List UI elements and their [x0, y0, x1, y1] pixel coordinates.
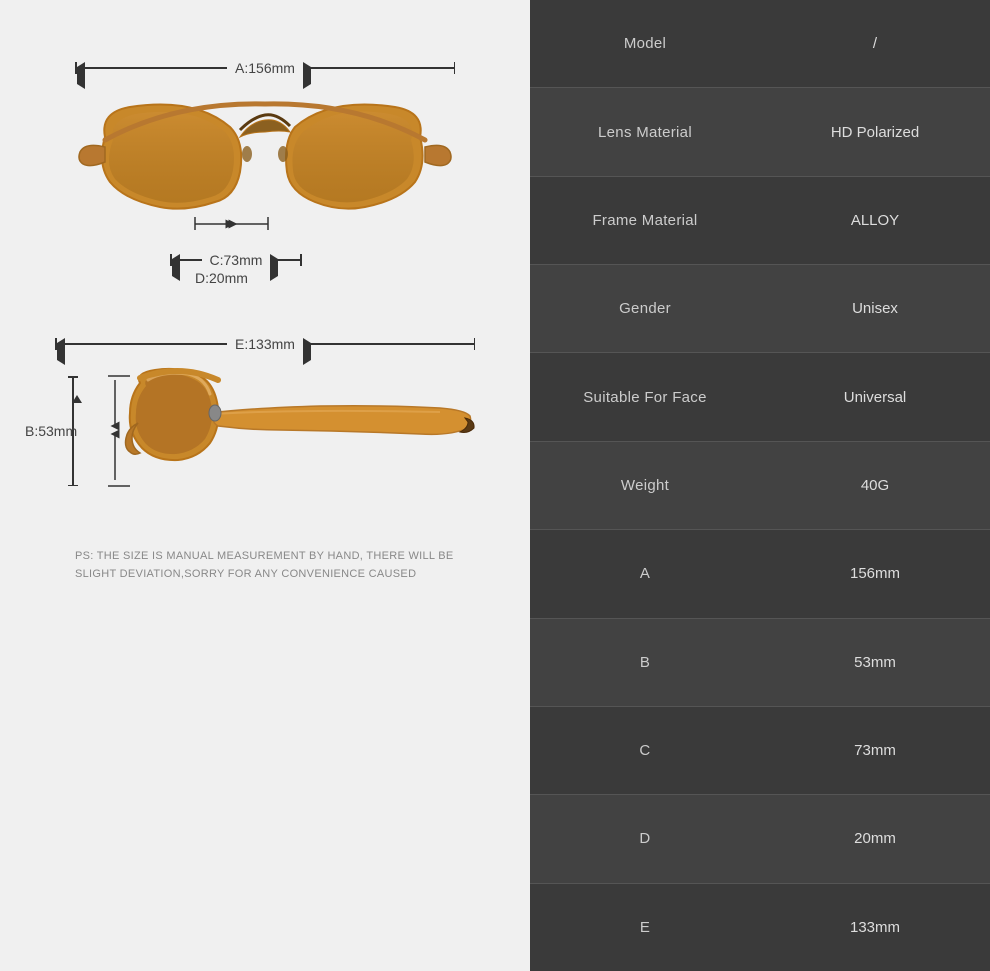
- front-glasses-svg: [75, 82, 455, 242]
- a-measurement: A:156mm: [75, 60, 455, 76]
- e-tick-right: [474, 338, 476, 350]
- spec-label: Lens Material: [530, 124, 760, 141]
- spec-row: Lens MaterialHD Polarized: [530, 88, 990, 176]
- spec-row: Frame MaterialALLOY: [530, 177, 990, 265]
- top-measurement-section: A:156mm: [40, 60, 490, 336]
- tick-right: [454, 62, 456, 74]
- spec-row: GenderUnisex: [530, 265, 990, 353]
- bottom-dims: C:73mm D:20mm: [75, 252, 455, 286]
- spec-row: Model/: [530, 0, 990, 88]
- spec-value: 73mm: [760, 742, 990, 759]
- spec-label: D: [530, 830, 760, 847]
- spec-value: /: [760, 35, 990, 52]
- side-glasses-container: [100, 358, 480, 518]
- arrow-right: [303, 67, 454, 69]
- b-label: B:53mm: [25, 423, 77, 439]
- spec-value: Unisex: [760, 300, 990, 317]
- spec-row: A156mm: [530, 530, 990, 618]
- spec-row: B53mm: [530, 619, 990, 707]
- spec-label: Suitable For Face: [530, 389, 760, 406]
- spec-row: Suitable For FaceUniversal: [530, 353, 990, 441]
- e-label: E:133mm: [227, 336, 303, 352]
- side-section: E:133mm B:53mm: [40, 336, 490, 583]
- spec-label: Gender: [530, 300, 760, 317]
- spec-value: 20mm: [760, 830, 990, 847]
- a-label: A:156mm: [227, 60, 303, 76]
- spec-label: Model: [530, 35, 760, 52]
- spec-value: 53mm: [760, 654, 990, 671]
- b-tick-bottom: [68, 485, 78, 487]
- spec-value: Universal: [760, 389, 990, 406]
- spec-row: C73mm: [530, 707, 990, 795]
- c-arrow-right: [270, 259, 300, 261]
- right-panel: Model/Lens MaterialHD PolarizedFrame Mat…: [530, 0, 990, 971]
- e-arrow-right: [303, 343, 474, 345]
- spec-value: 156mm: [760, 565, 990, 582]
- c-tick-right: [300, 254, 302, 266]
- left-panel: A:156mm: [0, 0, 530, 971]
- spec-row: D20mm: [530, 795, 990, 883]
- spec-row: E133mm: [530, 884, 990, 971]
- side-glasses-svg: [100, 358, 480, 513]
- spec-value: ALLOY: [760, 212, 990, 229]
- ps-note: PS: THE SIZE IS MANUAL MEASUREMENT BY HA…: [75, 548, 455, 583]
- spec-value: HD Polarized: [760, 124, 990, 141]
- d-label: D:20mm: [195, 270, 248, 286]
- spec-label: B: [530, 654, 760, 671]
- spec-row: Weight40G: [530, 442, 990, 530]
- glasses-front-view: [75, 82, 455, 242]
- c-label: C:73mm: [202, 252, 271, 268]
- e-measurement: E:133mm: [55, 336, 475, 352]
- spec-label: Weight: [530, 477, 760, 494]
- spec-label: C: [530, 742, 760, 759]
- c-measurement: C:73mm: [170, 252, 302, 268]
- side-view-area: B:53mm: [50, 358, 480, 518]
- spec-value: 133mm: [760, 919, 990, 936]
- spec-label: A: [530, 565, 760, 582]
- spec-label: Frame Material: [530, 212, 760, 229]
- spec-table: Model/Lens MaterialHD PolarizedFrame Mat…: [530, 0, 990, 971]
- spec-label: E: [530, 919, 760, 936]
- arrow-left: [77, 67, 228, 69]
- e-arrow-left: [57, 343, 228, 345]
- spec-value: 40G: [760, 477, 990, 494]
- c-arrow-left: [172, 259, 202, 261]
